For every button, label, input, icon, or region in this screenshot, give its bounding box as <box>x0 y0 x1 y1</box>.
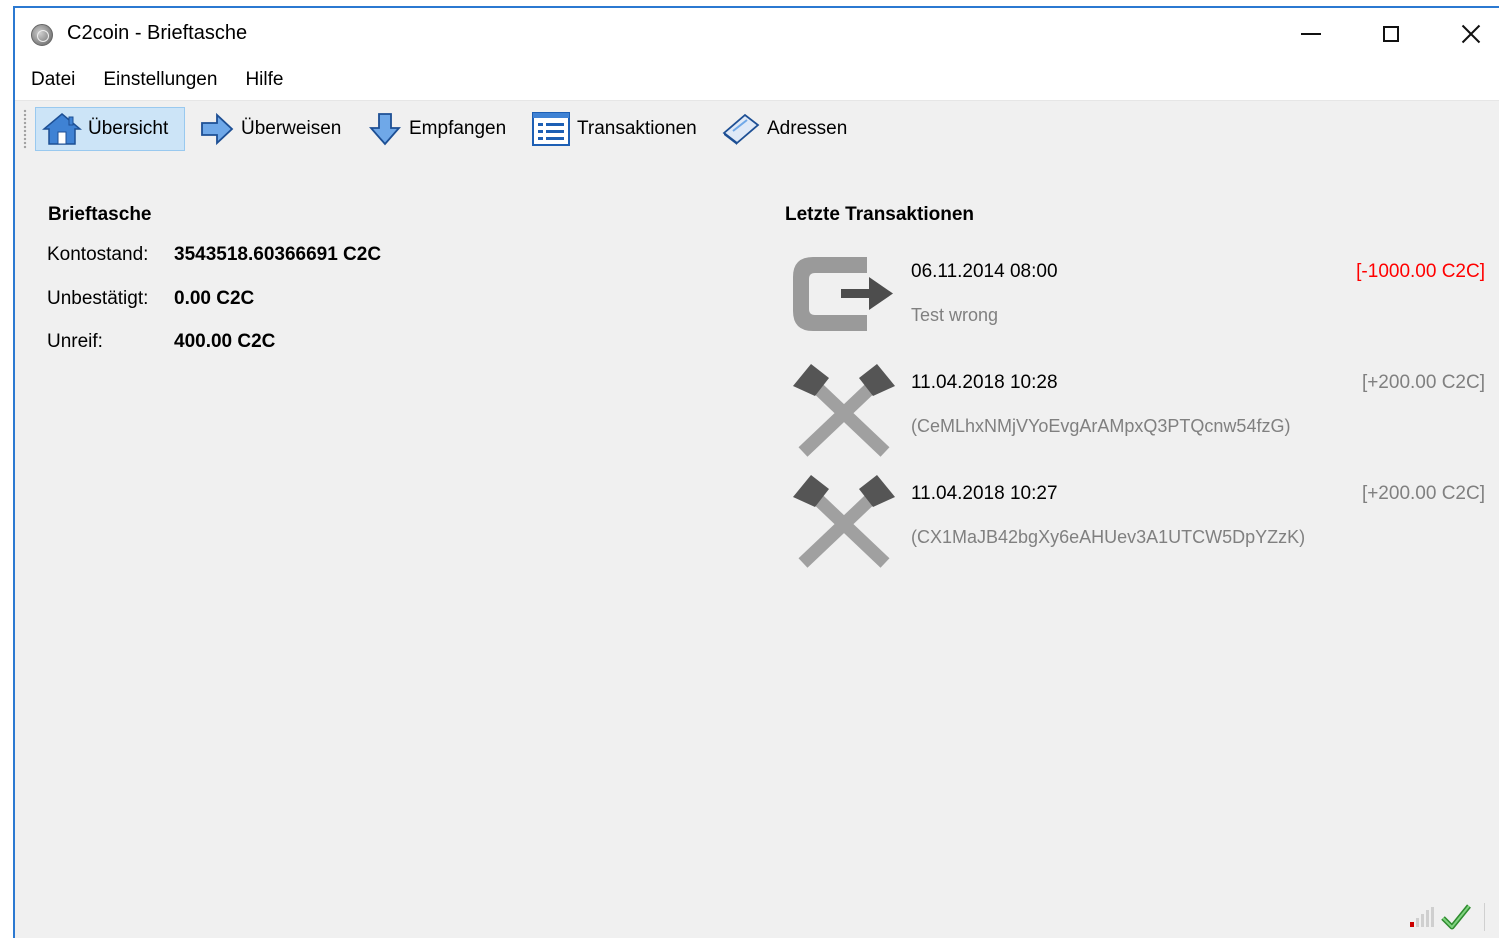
arrow-right-icon <box>201 112 234 146</box>
tx-amount: [+200.00 C2C] <box>1361 483 1485 504</box>
unconfirmed-label: Unbestätigt: <box>47 288 149 309</box>
menu-hilfe[interactable]: Hilfe <box>231 69 297 91</box>
tab-receive[interactable]: Empfangen <box>361 107 514 151</box>
overview-page: Brieftasche Kontostand: 3543518.60366691… <box>15 157 1499 938</box>
immature-label: Unreif: <box>47 331 103 352</box>
tx-sent-icon <box>793 257 893 331</box>
tab-transactions-label: Transaktionen <box>577 118 697 139</box>
tx-date: 06.11.2014 08:00 <box>911 261 1058 282</box>
transaction-row[interactable]: 06.11.2014 08:00 Test wrong [-1000.00 C2… <box>785 249 1485 349</box>
balance-value: 3543518.60366691 C2C <box>174 244 382 265</box>
tx-mined-icon <box>793 475 895 568</box>
close-button[interactable] <box>1431 8 1499 60</box>
tab-receive-label: Empfangen <box>409 118 507 139</box>
maximize-icon <box>1383 26 1399 42</box>
transaction-row[interactable]: 11.04.2018 10:28 (CeMLhxNMjVYoEvgArAMpxQ… <box>785 360 1485 460</box>
maximize-button[interactable] <box>1351 8 1431 60</box>
menu-einstellungen[interactable]: Einstellungen <box>89 69 231 91</box>
address-book-icon <box>722 113 760 145</box>
toolbar-grip[interactable] <box>23 109 27 149</box>
tab-transactions[interactable]: Transaktionen <box>525 107 705 151</box>
minimize-button[interactable] <box>1271 8 1351 60</box>
tab-overview[interactable]: Übersicht <box>35 107 185 151</box>
recent-transactions-title: Letzte Transaktionen <box>785 204 974 225</box>
arrow-down-icon <box>369 113 401 146</box>
tab-addresses[interactable]: Adressen <box>715 107 855 151</box>
unconfirmed-value: 0.00 C2C <box>174 288 255 309</box>
title-bar: C2coin - Brieftasche <box>15 8 1499 60</box>
balance-label: Kontostand: <box>47 244 149 265</box>
immature-value: 400.00 C2C <box>174 331 276 352</box>
tab-overview-label: Übersicht <box>88 118 169 139</box>
minimize-icon <box>1301 33 1321 35</box>
tab-send-label: Überweisen <box>241 118 342 139</box>
home-icon <box>42 113 82 145</box>
transaction-row[interactable]: 11.04.2018 10:27 (CX1MaJB42bgXy6eAHUev3A… <box>785 471 1485 571</box>
menu-datei[interactable]: Datei <box>17 69 89 91</box>
tx-date: 11.04.2018 10:28 <box>911 372 1058 393</box>
tx-amount: [-1000.00 C2C] <box>1356 261 1485 282</box>
tx-amount: [+200.00 C2C] <box>1361 372 1485 393</box>
toolbar: Übersicht Überweisen Empfangen Transakti… <box>15 100 1499 158</box>
close-icon <box>1460 23 1482 45</box>
tx-mined-icon <box>793 364 895 457</box>
wallet-window: C2coin - Brieftasche Datei Einstellungen… <box>13 6 1499 938</box>
list-icon <box>532 112 570 146</box>
tx-date: 11.04.2018 10:27 <box>911 483 1058 504</box>
tx-label: (CX1MaJB42bgXy6eAHUev3A1UTCW5DpYZzK) <box>911 527 1306 547</box>
menu-bar: Datei Einstellungen Hilfe <box>15 60 1499 100</box>
tx-label: (CeMLhxNMjVYoEvgArAMpxQ3PTQcnw54fzG) <box>911 416 1291 436</box>
checkmark-icon[interactable] <box>1440 903 1472 931</box>
tab-send[interactable]: Überweisen <box>193 107 349 151</box>
coin-icon <box>31 24 53 46</box>
network-signal-icon[interactable] <box>1408 906 1436 928</box>
status-bar <box>1408 902 1485 932</box>
tab-addresses-label: Adressen <box>767 118 848 139</box>
tx-label: Test wrong <box>911 305 999 325</box>
window-title: C2coin - Brieftasche <box>67 22 248 44</box>
wallet-section-title: Brieftasche <box>48 204 152 225</box>
status-separator <box>1484 903 1485 931</box>
